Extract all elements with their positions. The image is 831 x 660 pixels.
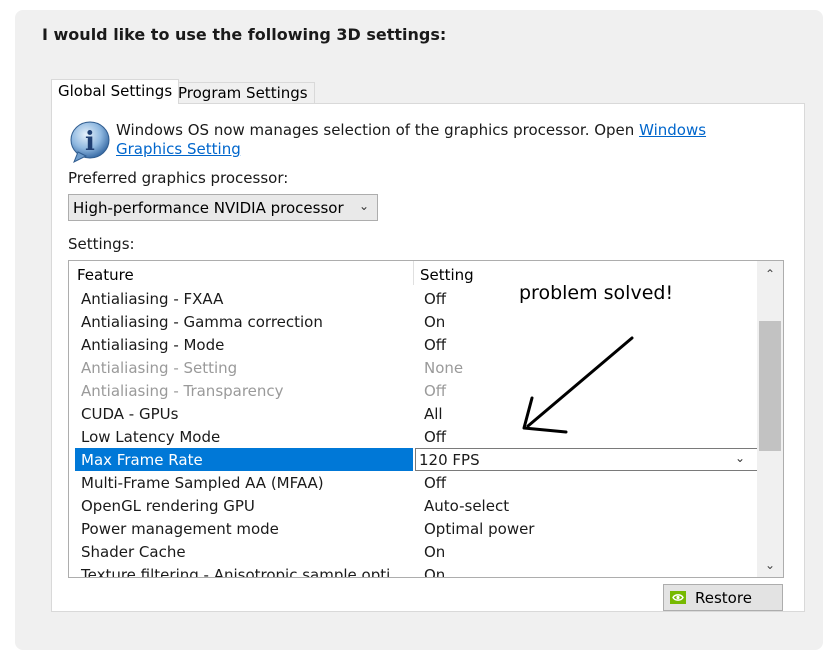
scroll-down-icon[interactable]: ⌄ — [757, 553, 783, 577]
feature-name: CUDA - GPUs — [81, 405, 179, 423]
setting-value: Off — [424, 382, 447, 400]
setting-value: On — [424, 543, 446, 561]
info-icon: i — [70, 121, 110, 164]
setting-value: Off — [424, 428, 447, 446]
table-row[interactable]: OpenGL rendering GPU Auto-select — [75, 494, 757, 517]
column-divider[interactable] — [413, 261, 414, 285]
svg-text:i: i — [85, 127, 95, 157]
tab-program-settings[interactable]: Program Settings — [171, 82, 315, 104]
vertical-scrollbar[interactable]: ⌃ ⌄ — [757, 261, 783, 577]
preferred-processor-label: Preferred graphics processor: — [68, 169, 289, 187]
feature-name: Power management mode — [81, 520, 279, 538]
setting-value: Off — [424, 336, 447, 354]
column-header-feature[interactable]: Feature — [77, 266, 134, 284]
table-row[interactable]: Antialiasing - Setting None — [75, 356, 757, 379]
restore-button[interactable]: Restore — [663, 584, 783, 611]
restore-label: Restore — [695, 589, 752, 607]
column-header-setting[interactable]: Setting — [420, 266, 474, 284]
info-text: Windows OS now manages selection of the … — [116, 121, 640, 139]
table-row[interactable]: Shader Cache On — [75, 540, 757, 563]
table-row-selected[interactable]: Max Frame Rate 120 FPS ⌄ — [75, 448, 759, 471]
table-row[interactable]: Texture filtering - Anisotropic sample o… — [75, 563, 757, 578]
table-row[interactable]: Power management mode Optimal power — [75, 517, 757, 540]
setting-value: All — [424, 405, 443, 423]
settings-table: Feature Setting Antialiasing - FXAA Off A… — [68, 260, 784, 578]
setting-value: 120 FPS — [419, 451, 480, 469]
feature-name: Antialiasing - Mode — [81, 336, 225, 354]
feature-name: Antialiasing - Gamma correction — [81, 313, 323, 331]
setting-value: Auto-select — [424, 497, 510, 515]
feature-name: Max Frame Rate — [81, 451, 203, 469]
setting-value: None — [424, 359, 464, 377]
handwritten-annotation: problem solved! — [519, 282, 674, 304]
setting-value: On — [424, 313, 446, 331]
scroll-up-icon[interactable]: ⌃ — [757, 261, 783, 285]
settings-label: Settings: — [68, 235, 135, 253]
preferred-processor-select[interactable]: High-performance NVIDIA processor ⌄ — [68, 194, 378, 221]
table-row[interactable]: Antialiasing - Gamma correction On — [75, 310, 757, 333]
feature-name: Multi-Frame Sampled AA (MFAA) — [81, 474, 324, 492]
section-heading: I would like to use the following 3D set… — [42, 25, 447, 44]
feature-name: Antialiasing - FXAA — [81, 290, 224, 308]
feature-name: OpenGL rendering GPU — [81, 497, 255, 515]
setting-value: Off — [424, 290, 447, 308]
feature-name: Low Latency Mode — [81, 428, 221, 446]
tab-global-settings[interactable]: Global Settings — [51, 79, 180, 104]
feature-name: Shader Cache — [81, 543, 186, 561]
table-row[interactable]: Antialiasing - Mode Off — [75, 333, 757, 356]
table-row[interactable]: Multi-Frame Sampled AA (MFAA) Off — [75, 471, 757, 494]
arrow-annotation-icon — [522, 336, 634, 434]
chevron-down-icon: ⌄ — [358, 199, 369, 213]
setting-value: Off — [424, 474, 447, 492]
scrollbar-thumb[interactable] — [759, 321, 781, 451]
nvidia-logo-icon — [670, 591, 686, 604]
info-message: Windows OS now manages selection of the … — [116, 121, 756, 159]
setting-value: Optimal power — [424, 520, 535, 538]
setting-value: On — [424, 566, 446, 578]
preferred-processor-value: High-performance NVIDIA processor — [73, 199, 344, 217]
table-row[interactable]: Low Latency Mode Off — [75, 425, 757, 448]
feature-name: Antialiasing - Transparency — [81, 382, 284, 400]
feature-name: Texture filtering - Anisotropic sample o… — [81, 566, 391, 578]
feature-name: Antialiasing - Setting — [81, 359, 238, 377]
table-row[interactable]: CUDA - GPUs All — [75, 402, 757, 425]
table-row[interactable]: Antialiasing - Transparency Off — [75, 379, 757, 402]
chevron-down-icon[interactable]: ⌄ — [735, 451, 745, 465]
